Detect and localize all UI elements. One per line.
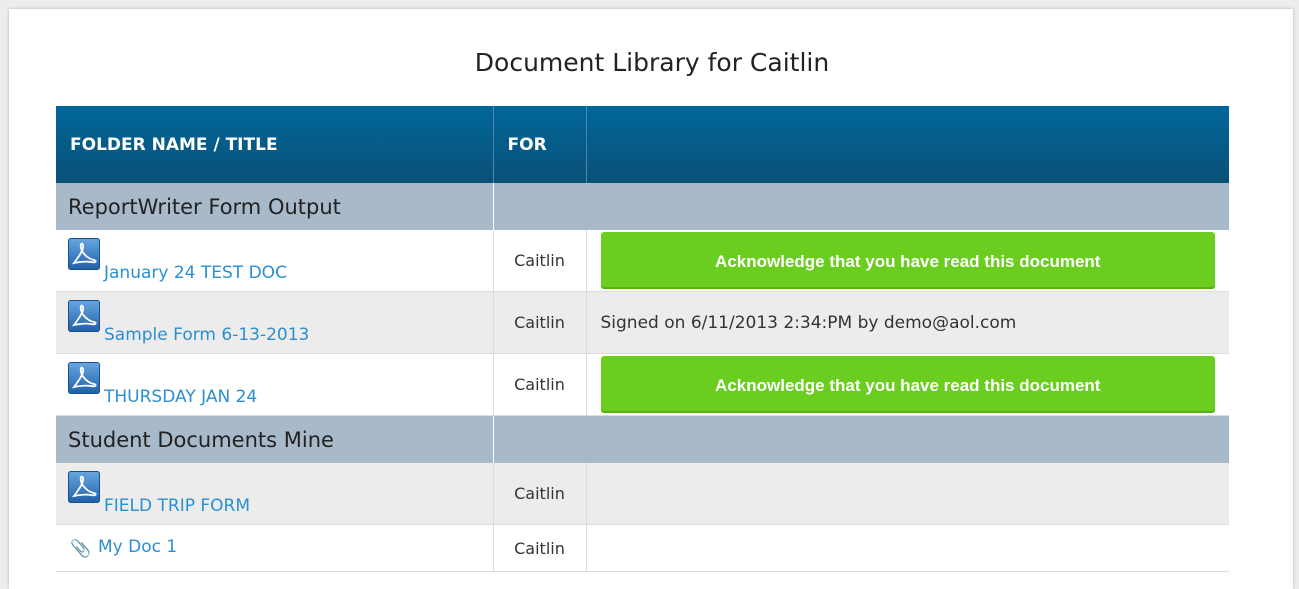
pdf-icon[interactable] (68, 238, 100, 270)
acknowledge-button[interactable]: Acknowledge that you have read this docu… (600, 356, 1215, 413)
folder-name: ReportWriter Form Output (56, 183, 494, 230)
signed-status-text: Signed on 6/11/2013 2:34:PM by demo@aol.… (586, 291, 1229, 354)
folder-row: Student Documents Mine (56, 415, 1229, 463)
column-header-folder-title: FOLDER NAME / TITLE (56, 106, 494, 183)
document-library-table: FOLDER NAME / TITLE FOR ReportWriter For… (56, 106, 1229, 572)
pdf-icon[interactable] (68, 300, 100, 332)
folder-row: ReportWriter Form Output (56, 183, 1229, 230)
document-link[interactable]: My Doc 1 (98, 537, 177, 557)
action-empty (586, 463, 1229, 525)
for-value: Caitlin (493, 463, 587, 525)
column-header-for: FOR (493, 106, 587, 183)
pdf-icon[interactable] (68, 471, 100, 503)
for-value: Caitlin (493, 230, 587, 292)
table-row: FIELD TRIP FORM Caitlin (56, 463, 1229, 525)
column-header-action (586, 106, 1229, 183)
table-header-row: FOLDER NAME / TITLE FOR (56, 106, 1229, 183)
pdf-icon[interactable] (68, 362, 100, 394)
for-value: Caitlin (493, 291, 587, 354)
document-link[interactable]: Sample Form 6-13-2013 (104, 325, 309, 345)
document-link[interactable]: FIELD TRIP FORM (104, 496, 250, 516)
acknowledge-button[interactable]: Acknowledge that you have read this docu… (600, 232, 1215, 289)
table-row: THURSDAY JAN 24 Caitlin Acknowledge that… (56, 353, 1229, 416)
for-value: Caitlin (493, 524, 587, 572)
document-link[interactable]: January 24 TEST DOC (104, 263, 287, 283)
table-row: Sample Form 6-13-2013 Caitlin Signed on … (56, 291, 1229, 354)
action-empty (586, 524, 1229, 572)
page-title: Document Library for Caitlin (474, 48, 830, 77)
for-value: Caitlin (493, 353, 587, 416)
table-row: January 24 TEST DOC Caitlin Acknowledge … (56, 230, 1229, 292)
document-link[interactable]: THURSDAY JAN 24 (104, 387, 257, 407)
table-row: 📎 My Doc 1 Caitlin (56, 524, 1229, 572)
paperclip-icon: 📎 (70, 539, 92, 559)
folder-name: Student Documents Mine (56, 415, 494, 463)
